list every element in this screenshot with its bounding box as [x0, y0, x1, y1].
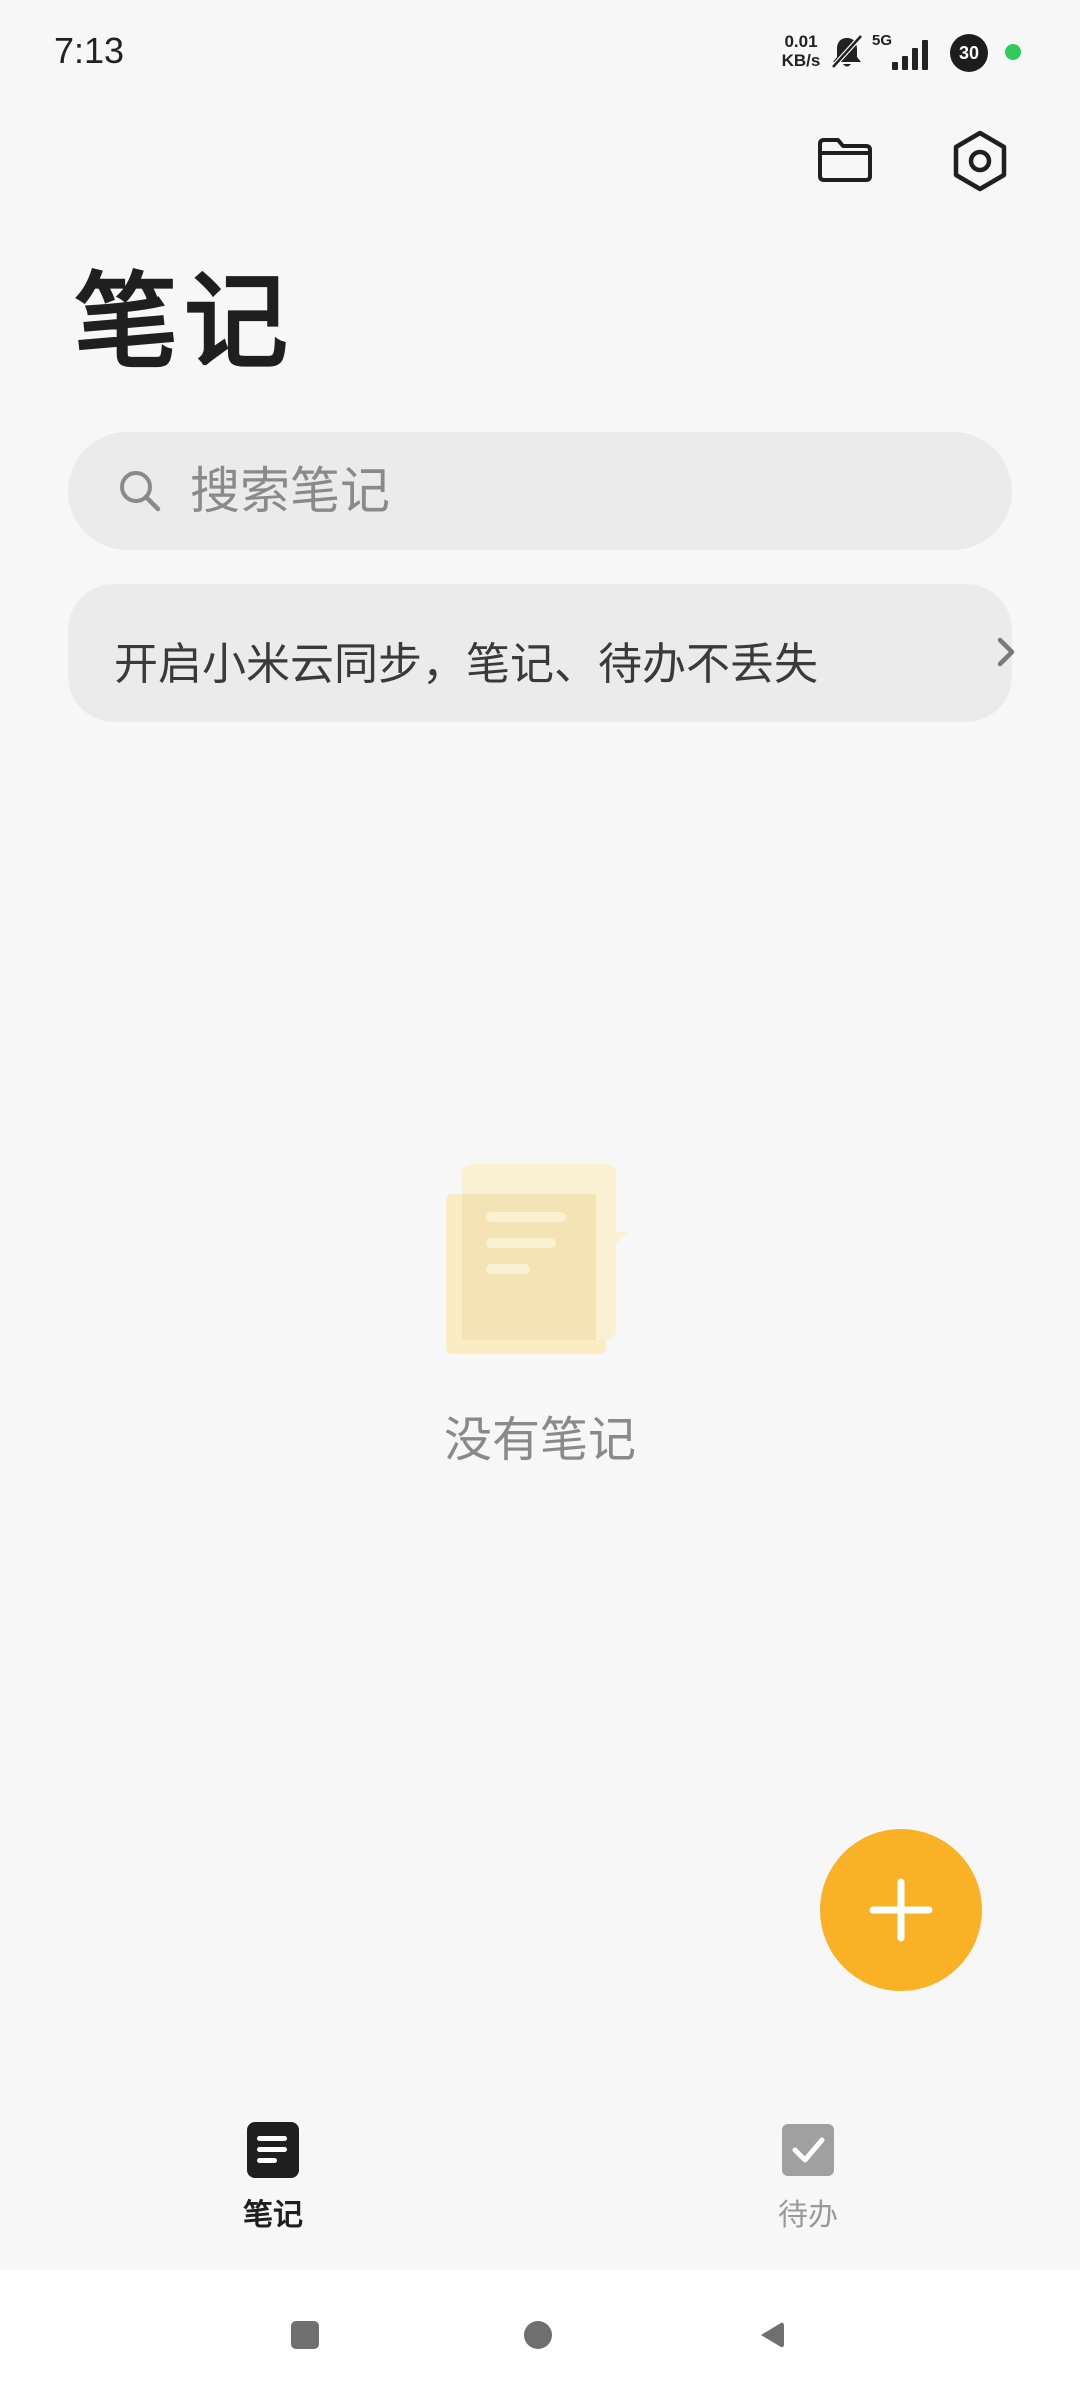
- tab-todo-label: 待办: [778, 2198, 838, 2233]
- page-title: 笔记: [74, 261, 295, 383]
- checkbox-icon: [782, 2124, 834, 2176]
- back-icon: [761, 2322, 784, 2348]
- network-speed-unit: KB/s: [781, 51, 821, 70]
- home-icon: [524, 2321, 552, 2349]
- tab-notes[interactable]: 笔记: [193, 2120, 353, 2250]
- empty-state-text: 没有笔记: [443, 1412, 636, 1468]
- network-speed-value: 0.01: [784, 32, 818, 51]
- privacy-indicator-dot: [1005, 44, 1021, 60]
- battery-indicator: 30: [950, 34, 988, 72]
- search-icon: [120, 471, 161, 512]
- status-bar: 7:13 0.01 KB/s 5G 30: [0, 0, 1080, 100]
- search-input[interactable]: [190, 456, 970, 526]
- back-button[interactable]: [752, 2315, 792, 2355]
- status-time: 7:13: [54, 30, 125, 71]
- system-navigation-bar: [0, 2270, 1080, 2400]
- empty-notes-illustration: [446, 1164, 628, 1354]
- chevron-right-icon: [997, 637, 1015, 667]
- bell-off-icon: [831, 34, 863, 69]
- signal-icon: 5G: [872, 32, 934, 72]
- network-type: 5G: [872, 32, 893, 49]
- home-button[interactable]: [518, 2315, 558, 2355]
- bottom-navigation: 笔记 待办: [0, 2090, 1080, 2270]
- recents-button[interactable]: [285, 2315, 325, 2355]
- folder-button[interactable]: [810, 130, 880, 190]
- note-icon: [247, 2122, 299, 2178]
- cloud-sync-banner-text: 开启小米云同步，笔记、待办不丢失: [114, 639, 818, 690]
- folder-icon: [818, 138, 872, 182]
- cloud-sync-banner[interactable]: 开启小米云同步，笔记、待办不丢失: [68, 584, 1015, 722]
- search-bar[interactable]: [68, 432, 1012, 550]
- network-speed: 0.01 KB/s: [778, 32, 824, 70]
- tab-todo[interactable]: 待办: [728, 2120, 888, 2250]
- settings-icon: [953, 130, 1007, 192]
- settings-button[interactable]: [945, 126, 1015, 196]
- tab-notes-label: 笔记: [243, 2198, 303, 2233]
- plus-icon: [869, 1878, 933, 1942]
- add-note-button[interactable]: [820, 1829, 982, 1991]
- notes-screen: 7:13 0.01 KB/s 5G 30 笔记 搜索笔记 开启小米云同步，笔记、…: [0, 0, 1080, 2400]
- recents-icon: [291, 2321, 319, 2349]
